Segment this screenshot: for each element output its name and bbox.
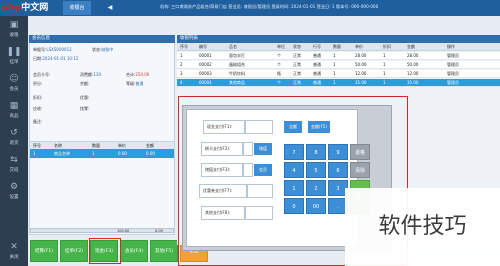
order-field: 应收: [33,106,43,111]
user-icon: ☺ [9,74,19,84]
order-field: 日期:2024-01-01 10:12 [33,56,79,61]
other-button[interactable]: 其他(F5) [150,240,178,262]
table-row[interactable]: 1 商品名称 1 0.00 0.00 [30,149,174,158]
cart-icon: ▣ [9,20,19,30]
order-panel-header: 会员信息 [29,35,175,43]
order-field: 备注: [33,119,43,124]
list-header: 序号 编号 品名 单位 状态 行号 数量 单价 折扣 金额 操作 [177,43,500,51]
order-table-header: 序号 名称 数量 单价 金额 [30,141,174,149]
nav-item-goods[interactable]: ▦ 商品 [0,99,28,126]
return-icon: ↺ [10,128,18,138]
order-field: 单据号:LSXS000012 [33,47,72,52]
nav-item-return[interactable]: ↺ 退货 [0,126,28,153]
box-icon: ▦ [9,101,19,111]
hold-button[interactable]: 挂单(F2) [60,240,88,262]
horizontal-scrollbar[interactable]: 100.00 0.00 [30,228,174,233]
nav-item-settings[interactable]: ⚙ 设置 [0,180,28,207]
order-field: 合计:250.00 [126,72,150,77]
close-icon: ✕ [10,242,18,252]
order-field: 状态:结账中 [92,47,114,52]
order-field: 等级:普通 [126,81,144,86]
order-field: 找零: [80,106,90,111]
app-logo: php中文网 [2,3,49,13]
nav-item-hold[interactable]: ❚❚ 挂单 [0,45,28,72]
main-list-header: 收银列表 [177,35,500,43]
list-item-selected[interactable]: 4 00004 其他商品个正常 普通 1 35.00 1 35.00 管理员 [177,79,500,87]
top-status-info: 机构: 三口甫湖苏产品组合/简易门店 营业员: 收银员/管理员 登录时间: 20… [160,4,379,9]
order-field: 优惠: [80,95,90,100]
swap-icon: ⇆ [10,155,18,165]
gear-icon: ⚙ [9,182,19,192]
tab-cashier[interactable]: 收银台 [63,1,91,15]
order-field: 余额: [80,81,90,86]
nav-item-cashier[interactable]: ▣ 收银 [0,18,28,45]
nav-item-close[interactable]: ✕ 关闭 [0,240,28,266]
order-field: 折扣: [33,95,43,100]
settle-button[interactable]: 结算(F1) [30,240,58,262]
back-arrow-icon[interactable]: ◀ [96,1,124,15]
list-item[interactable]: 2 00002 蛋糕组合个正常 普通 1 50.00 1 50.00 管理员 [177,61,500,69]
watermark: 软件技巧 [345,188,500,266]
order-field: 会员卡号: [33,72,51,77]
left-nav: ▣ 收银 ❚❚ 挂单 ☺ 会员 ▦ 商品 ↺ 退货 ⇆ 交班 ⚙ 设置 [0,16,28,266]
order-panel [29,35,175,235]
member-button[interactable]: 会员(F4) [120,240,148,262]
pause-icon: ❚❚ [6,47,22,57]
nav-item-shift[interactable]: ⇆ 交班 [0,153,28,180]
list-item[interactable]: 3 00003 牛奶饮料瓶正常 普通 1 12.00 1 12.00 管理员 [177,70,500,78]
order-field: 消费额:130 [80,72,101,77]
order-field: 积分: [33,81,43,86]
nav-item-member[interactable]: ☺ 会员 [0,72,28,99]
highlight-box [89,238,121,264]
list-item[interactable]: 1 00001 面包半打个正常 普通 1 28.00 1 28.00 管理员 [177,52,500,60]
